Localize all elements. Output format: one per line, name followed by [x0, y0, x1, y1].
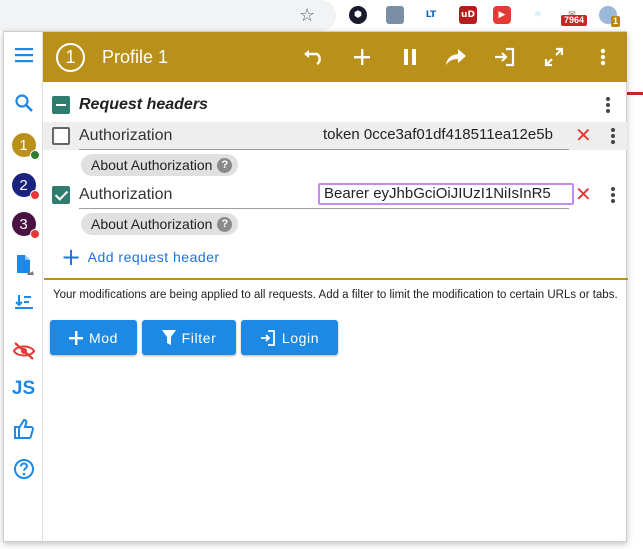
thumbs-up-icon — [13, 418, 34, 439]
rail-profile-3[interactable]: 3 — [4, 209, 43, 239]
search-icon — [14, 94, 33, 112]
profile-header: 1 Profile 1 — [43, 32, 627, 82]
chip-label: About Authorization — [91, 157, 213, 173]
sort-icon — [14, 295, 33, 309]
pause-icon — [404, 49, 416, 65]
select-all-checkbox[interactable] — [52, 96, 70, 114]
file-crown-icon — [16, 255, 34, 275]
header-enabled-checkbox[interactable] — [52, 127, 70, 145]
bookmark-star-icon[interactable]: ☆ — [299, 5, 315, 26]
request-headers-section: Request headers — [43, 90, 627, 120]
header-value-input[interactable]: Bearer eyJhbGciOiJIUzI1NiIsInR5 — [318, 183, 574, 205]
section-more-icon[interactable] — [600, 95, 616, 115]
header-name-input[interactable]: Authorization — [79, 186, 279, 204]
profile-menu-button[interactable] — [591, 45, 615, 69]
row-more-icon[interactable] — [605, 126, 621, 146]
like-button[interactable] — [4, 414, 43, 444]
hamburger-icon — [14, 48, 33, 63]
address-bar[interactable] — [0, 0, 336, 31]
chip-label: About Authorization — [91, 216, 213, 232]
modheader-extension-badge: 1 — [611, 16, 621, 27]
login-icon — [495, 47, 515, 67]
header-enabled-checkbox[interactable] — [52, 186, 70, 204]
delete-header-icon[interactable]: ✕ — [575, 184, 592, 204]
page-background — [627, 31, 643, 549]
import-profile-button[interactable] — [4, 250, 43, 280]
export-button[interactable] — [493, 45, 517, 69]
react-icon[interactable]: ⚛ — [529, 6, 547, 24]
profile-2-avatar: 2 — [11, 173, 40, 200]
help-circle-icon: ? — [217, 157, 233, 173]
modification-info-text: Your modifications are being applied to … — [53, 289, 618, 301]
hide-button[interactable] — [4, 336, 43, 366]
section-divider — [44, 278, 628, 280]
help-button[interactable] — [4, 454, 43, 484]
menu-button[interactable] — [4, 40, 43, 70]
expand-button[interactable] — [542, 45, 566, 69]
add-filter-button[interactable]: Filter — [142, 320, 236, 355]
paused-status-dot — [29, 190, 40, 200]
mod-button-label: Mod — [88, 329, 119, 346]
login-button[interactable]: Login — [241, 320, 338, 355]
about-header-chip[interactable]: About Authorization ? — [81, 154, 239, 176]
expand-icon — [544, 47, 564, 67]
left-rail: 1 2 3 JS — [4, 32, 43, 541]
help-icon — [13, 459, 34, 479]
add-mod-button[interactable]: Mod — [50, 320, 137, 355]
section-title: Request headers — [79, 96, 208, 113]
page-background-stripe — [627, 92, 643, 95]
header-name-input[interactable]: Authorization — [79, 127, 279, 145]
hexagon-extension-icon[interactable]: ⬢ — [349, 6, 367, 24]
active-status-dot — [29, 150, 40, 160]
plus-icon: + — [61, 243, 82, 271]
help-circle-icon: ? — [217, 216, 233, 232]
share-arrow-icon — [446, 49, 466, 65]
plus-icon — [354, 49, 370, 65]
share-button[interactable] — [444, 45, 468, 69]
eye-off-icon — [12, 342, 35, 360]
mail-extension-badge: 7964 — [561, 15, 588, 26]
profile-3-avatar: 3 — [11, 212, 40, 239]
profile-1-avatar: 1 — [11, 133, 40, 160]
js-icon[interactable]: JS — [4, 374, 43, 404]
modheader-popup: 1 2 3 JS 1 Profile 1 Request headers Aut… — [3, 31, 628, 542]
sort-button[interactable] — [4, 288, 43, 318]
filter-icon — [161, 330, 176, 345]
plus-icon — [68, 330, 83, 345]
add-request-header-button[interactable]: + Add request header — [61, 243, 220, 271]
rail-profile-2[interactable]: 2 — [4, 170, 43, 200]
more-vert-icon — [600, 48, 606, 66]
undo-button[interactable] — [302, 45, 326, 69]
login-icon — [260, 329, 275, 346]
lt-extension-icon[interactable]: LT — [422, 6, 440, 24]
login-button-label: Login — [281, 329, 320, 346]
add-request-header-label: Add request header — [87, 249, 220, 265]
filter-button-label: Filter — [181, 329, 217, 346]
add-button[interactable] — [350, 45, 374, 69]
input-underline — [79, 149, 569, 150]
profile-name[interactable]: Profile 1 — [102, 47, 168, 68]
rail-profile-1[interactable]: 1 — [4, 130, 43, 160]
ublock-icon[interactable]: uD — [459, 6, 477, 24]
delete-header-icon[interactable]: ✕ — [575, 125, 592, 145]
person-extension-icon[interactable] — [386, 6, 404, 24]
input-underline — [79, 208, 569, 209]
header-row: Authorization Bearer eyJhbGciOiJIUzI1NiI… — [43, 181, 627, 209]
profile-number-badge[interactable]: 1 — [56, 43, 85, 72]
header-row: Authorization token 0cce3af01df418511ea1… — [43, 122, 627, 150]
search-button[interactable] — [4, 88, 43, 118]
pause-button[interactable] — [398, 45, 422, 69]
header-value-input[interactable]: token 0cce3af01df418511ea12e5b — [323, 126, 569, 146]
paused-status-dot — [29, 229, 40, 239]
undo-icon — [304, 50, 321, 65]
youtube-icon[interactable]: ▶ — [493, 6, 511, 24]
row-more-icon[interactable] — [605, 185, 621, 205]
about-header-chip[interactable]: About Authorization ? — [81, 213, 239, 235]
browser-toolbar: ☆ ⬢ LT uD ▶ ⚛ ✉ 7964 1 — [0, 0, 643, 31]
